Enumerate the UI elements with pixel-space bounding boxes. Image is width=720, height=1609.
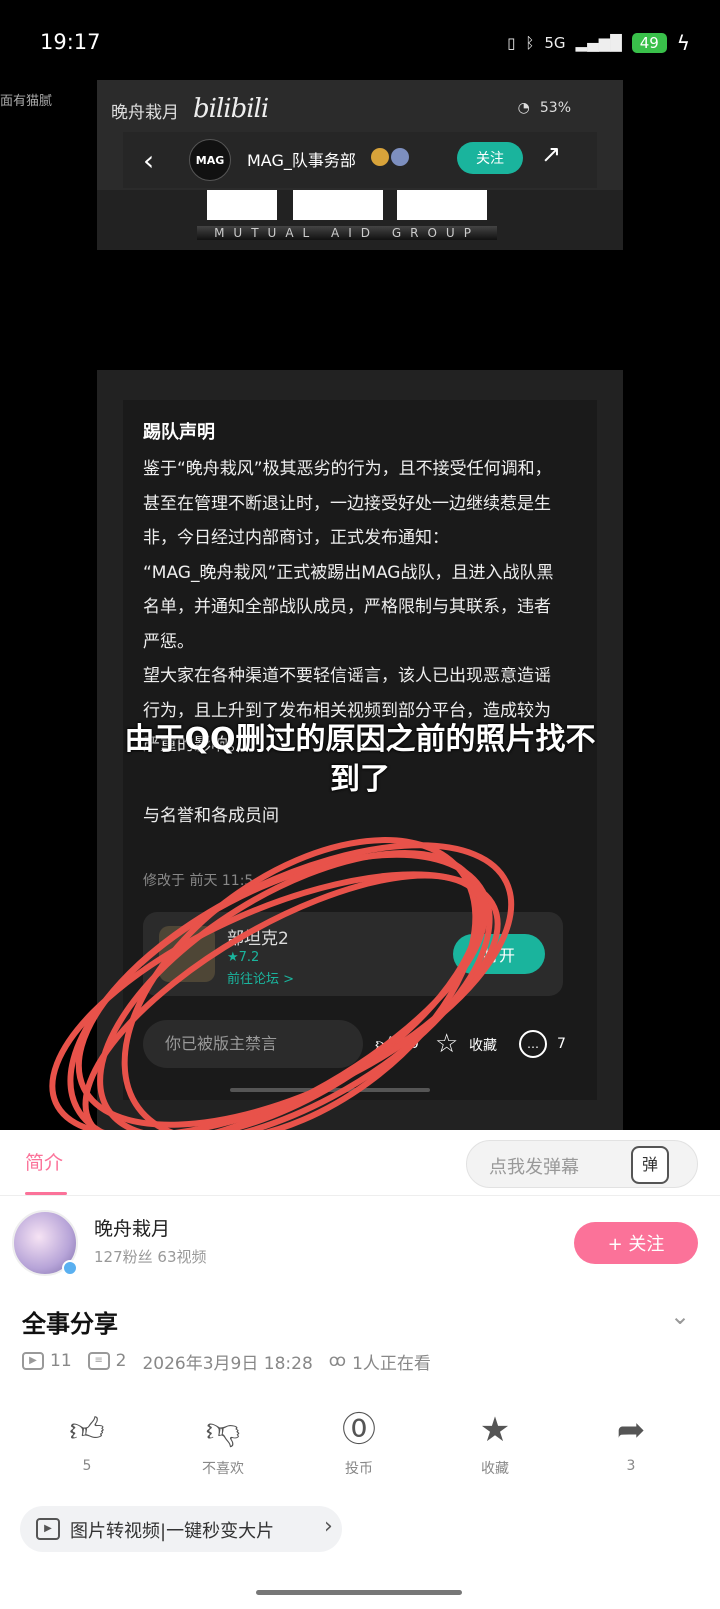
favorite-button[interactable]: ★ 收藏 — [440, 1410, 550, 1478]
image-video-icon: ▶ — [36, 1518, 60, 1540]
game-name: 部坦克2 — [227, 929, 289, 949]
embedded-header: 晚舟栽月 bilibili ◔ 53% ‹ MAG MAG_队事务部 关注 ↗ — [97, 80, 623, 190]
comment-count: 7 — [557, 1036, 566, 1052]
watching-count: 1人正在看 — [352, 1353, 431, 1374]
favorite-label: 收藏 — [469, 1038, 497, 1054]
post-paragraph: 与名誉和各成员间 — [143, 805, 279, 826]
game-rating: ★7.2 — [227, 950, 260, 965]
logo-tagline: MUTUAL AID GROUP — [197, 226, 497, 240]
like-label: 5 — [82, 1458, 92, 1474]
embedded-follow-button: 关注 — [457, 142, 523, 174]
verified-icon — [62, 1260, 78, 1276]
tab-underline — [25, 1192, 67, 1195]
embedded-home-indicator — [230, 1088, 430, 1092]
danmaku-count-icon: ≡ — [87, 1352, 110, 1370]
uploader-stats: 127粉丝 63视频 — [94, 1248, 207, 1266]
comment-icon: … — [519, 1030, 547, 1058]
favorite-label: 收藏 — [481, 1461, 509, 1477]
game-card: 部坦克2 ★7.2 前往论坛 > 打开 — [143, 912, 563, 996]
share-icon: ↗ — [541, 140, 562, 168]
embedded-battery: 53% — [539, 100, 571, 116]
dislike-button[interactable]: 👎︎ 不喜欢 — [168, 1410, 278, 1478]
publish-date: 2026年3月9日 18:28 — [142, 1353, 313, 1374]
edited-time: 修改于 前天 11:5 — [143, 873, 254, 889]
follow-button[interactable]: + 关注 — [574, 1222, 698, 1264]
share-count: 3 — [626, 1458, 636, 1474]
tab-bar: 简介 点我发弹幕 弹 — [0, 1130, 720, 1196]
charging-icon: ϟ — [676, 31, 690, 55]
comment-bar: 你已被版主禁言 👍︎ 10 ☆ 收藏 … 7 — [143, 1020, 583, 1076]
coin-button[interactable]: ⓪ 投币 — [304, 1410, 414, 1478]
danmaku-text: 面有猫腻 — [0, 94, 53, 109]
share-icon: ➦ — [616, 1410, 646, 1450]
wifi-icon: ◔ — [517, 100, 530, 116]
action-bar: 👍︎ 5 👎︎ 不喜欢 ⓪ 投币 ★ 收藏 ➦ 3 — [0, 1410, 720, 1480]
play-count: 11 — [50, 1351, 72, 1371]
viewers-icon: ꝏ — [328, 1351, 347, 1371]
bilibili-logo: bilibili — [193, 94, 269, 124]
status-bar: 19:17 ▯ ᛒ 5G ▂▄▆█ 49 ϟ — [0, 0, 720, 88]
status-icons: ▯ ᛒ 5G ▂▄▆█ 49 ϟ — [507, 30, 690, 56]
play-count-icon: ▶ — [22, 1352, 44, 1370]
coin-label: 投币 — [345, 1461, 373, 1477]
chevron-right-icon: › — [324, 1514, 333, 1539]
back-icon: ‹ — [143, 144, 155, 177]
danmaku-count: 2 — [115, 1351, 127, 1371]
video-title: 全事分享 — [22, 1310, 118, 1338]
chevron-down-icon[interactable]: ⌄ — [670, 1302, 690, 1330]
danmaku-input[interactable]: 点我发弹幕 弹 — [466, 1140, 698, 1188]
status-time: 19:17 — [40, 30, 101, 54]
forum-link: 前往论坛 > — [227, 972, 295, 987]
post-title: 踢队声明 — [143, 422, 215, 443]
star-icon: ★ — [479, 1410, 511, 1450]
like-button[interactable]: 👍︎ 5 — [32, 1410, 142, 1474]
open-game-button: 打开 — [453, 934, 545, 974]
uploader-name[interactable]: 晚舟栽月 — [94, 1214, 170, 1241]
danmaku-placeholder: 点我发弹幕 — [489, 1157, 579, 1178]
account-name: MAG_队事务部 — [247, 151, 356, 170]
video-player[interactable]: 晚舟栽月 bilibili ◔ 53% ‹ MAG MAG_队事务部 关注 ↗ — [0, 80, 720, 1130]
post-paragraph: “MAG_晚舟栽风”正式被踢出MAG战队，且进入战队黑名单，并通知全部战队成员，… — [143, 562, 554, 652]
signal-icon: ▂▄▆█ — [575, 34, 622, 52]
video-meta: ▶ 11 ≡ 2 2026年3月9日 18:28 ꝏ 1人正在看 — [22, 1348, 431, 1374]
embedded-watermark: 晚舟栽月 — [111, 103, 179, 123]
signal-label: 5G — [544, 34, 566, 52]
like-icon: 👍︎ — [375, 1032, 396, 1056]
tab-intro[interactable]: 简介 — [25, 1148, 63, 1175]
danmaku-toggle-icon[interactable]: 弹 — [631, 1146, 669, 1184]
thumb-down-icon: 👎︎ — [205, 1410, 241, 1450]
vibrate-icon: ▯ — [507, 34, 516, 52]
embedded-nav: ‹ MAG MAG_队事务部 关注 ↗ — [123, 132, 597, 188]
level-badge-icon — [371, 148, 389, 166]
like-count: 10 — [401, 1036, 419, 1052]
mag-logo: MUTUAL AID GROUP — [197, 190, 497, 250]
promo-text: 图片转视频|一键秒变大片 — [70, 1521, 275, 1542]
comment-input: 你已被版主禁言 — [143, 1020, 363, 1068]
thumb-up-icon: 👍︎ — [69, 1410, 105, 1450]
bluetooth-icon: ᛒ — [525, 34, 535, 52]
embedded-screenshot: 晚舟栽月 bilibili ◔ 53% ‹ MAG MAG_队事务部 关注 ↗ — [97, 80, 623, 1130]
share-button[interactable]: ➦ 3 — [576, 1410, 686, 1474]
account-avatar: MAG — [189, 139, 231, 181]
video-info: 晚舟栽月 127粉丝 63视频 + 关注 全事分享 ⌄ ▶ 11 ≡ 2 202… — [0, 1196, 720, 1609]
home-indicator[interactable] — [256, 1590, 462, 1595]
coin-icon: ⓪ — [342, 1410, 376, 1450]
photo-to-video-promo[interactable]: ▶ 图片转视频|一键秒变大片 › — [20, 1506, 342, 1552]
dislike-label: 不喜欢 — [202, 1461, 244, 1477]
post-paragraph: 鉴于“晚舟栽风”极其恶劣的行为，且不接受任何调和，甚至在管理不断退让时，一边接受… — [143, 459, 552, 548]
star-icon: ☆ — [435, 1029, 459, 1059]
video-caption: 由于QQ删过的原因之前的照片找不到了 — [124, 722, 596, 797]
embedded-status: ◔ 53% — [518, 100, 571, 116]
game-icon — [159, 926, 215, 982]
battery-icon: 49 — [631, 33, 667, 53]
verify-badge-icon — [391, 148, 409, 166]
